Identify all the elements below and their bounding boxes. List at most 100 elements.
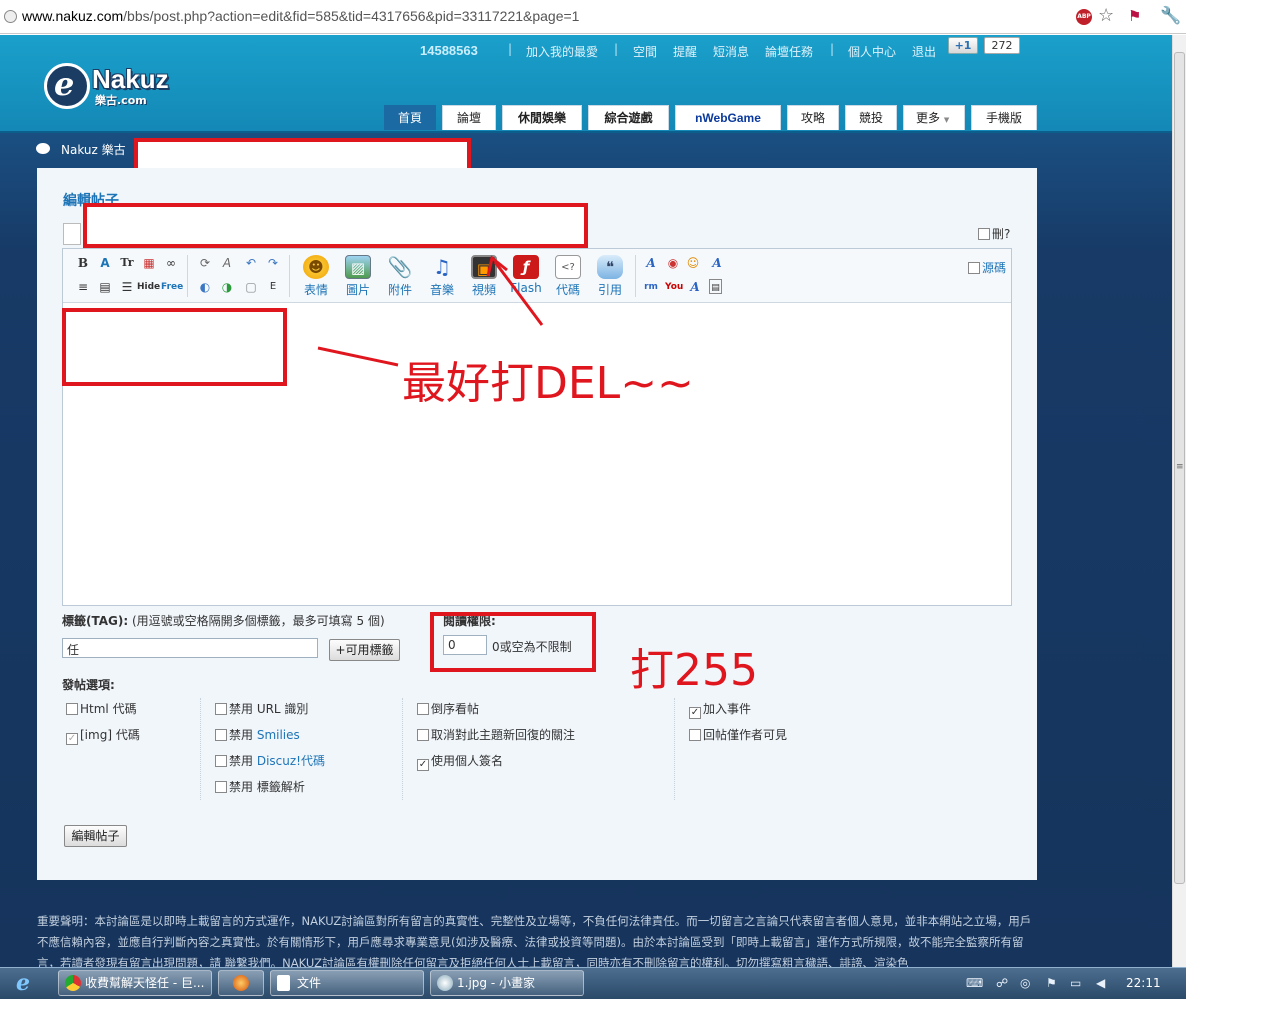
remove-format-icon[interactable]: A: [219, 255, 235, 271]
tab-games[interactable]: 綜合遊戲: [588, 105, 669, 130]
unlink-icon[interactable]: ⟳: [197, 255, 213, 271]
superscript-icon[interactable]: A: [687, 279, 703, 295]
font-size-icon[interactable]: Tr: [119, 255, 135, 271]
option-checkbox[interactable]: [215, 755, 227, 767]
option-checkbox[interactable]: [215, 781, 227, 793]
keyboard-icon[interactable]: ⌨: [966, 976, 983, 990]
document-icon[interactable]: ▤: [709, 279, 722, 294]
font-icon[interactable]: A: [97, 255, 113, 271]
option-col3-2[interactable]: ✓ 使用個人簽名: [417, 752, 503, 771]
search-replace-icon[interactable]: ◐: [197, 279, 213, 295]
monitor-icon[interactable]: ▭: [1070, 976, 1081, 990]
add-favorite-link[interactable]: 加入我的最愛: [526, 43, 598, 60]
adblock-icon[interactable]: ABP: [1076, 9, 1092, 25]
font-style-icon[interactable]: A: [643, 255, 659, 271]
option-col3-1[interactable]: 取消對此主題新回復的關注: [417, 726, 575, 743]
tasks-link[interactable]: 論壇任務: [765, 43, 813, 60]
list-icon[interactable]: ☰: [119, 279, 135, 295]
free-icon[interactable]: Free: [161, 279, 183, 295]
option-col3-0[interactable]: 倒序看帖: [417, 700, 479, 717]
option-col2-2[interactable]: 禁用 Discuz!代碼: [215, 752, 325, 769]
ie-icon[interactable]: e: [16, 970, 48, 996]
tab-more[interactable]: 更多 ▼: [903, 105, 965, 130]
bookmark-star-icon[interactable]: ☆: [1098, 5, 1114, 26]
address-bar[interactable]: www.nakuz.com/bbs/post.php?action=edit&f…: [22, 8, 579, 24]
option-checkbox[interactable]: [215, 703, 227, 715]
option-checkbox[interactable]: [417, 729, 429, 741]
option-checkbox[interactable]: ✓: [689, 707, 701, 719]
notice-link[interactable]: 提醒: [673, 43, 697, 60]
option-col2-1[interactable]: 禁用 Smilies: [215, 726, 300, 743]
task-paint[interactable]: 1.jpg - 小畫家: [430, 970, 584, 996]
available-tags-button[interactable]: +可用標籤: [329, 639, 400, 661]
hide-icon[interactable]: Hide: [137, 279, 160, 295]
tab-mobile[interactable]: 手機版: [971, 105, 1037, 130]
emoji-icon[interactable]: ☺: [685, 255, 701, 271]
option-checkbox[interactable]: [215, 729, 227, 741]
source-mode-toggle[interactable]: 源碼: [968, 259, 1006, 276]
tab-auction[interactable]: 競投: [845, 105, 897, 130]
color-icon[interactable]: ▦: [141, 255, 157, 271]
site-logo[interactable]: e Nakuz 樂古.com: [44, 63, 184, 109]
text-icon[interactable]: E: [265, 279, 281, 295]
delete-check-box[interactable]: [978, 228, 990, 240]
task-chrome[interactable]: 收費幫解天怪任 - 巨...: [58, 970, 212, 996]
google-plus-one-button[interactable]: +1: [948, 37, 978, 54]
option-label: 倒序看帖: [431, 702, 480, 716]
tab-guides[interactable]: 攻略: [787, 105, 839, 130]
media-player-icon[interactable]: ◉: [665, 255, 681, 271]
extension-icon[interactable]: ⚑: [1128, 7, 1146, 25]
logout-link[interactable]: 退出: [912, 43, 936, 60]
undo-icon[interactable]: ↶: [243, 255, 259, 271]
tag-input[interactable]: 任: [62, 638, 318, 658]
clock[interactable]: 22:11: [1126, 976, 1161, 990]
option-col2-3[interactable]: 禁用 標籤解析: [215, 778, 305, 795]
subscript-icon[interactable]: A: [709, 255, 725, 271]
option-checkbox[interactable]: [417, 703, 429, 715]
option-col4-1[interactable]: 回帖僅作者可見: [689, 726, 787, 743]
tab-home[interactable]: 首頁: [384, 105, 436, 130]
task-documents[interactable]: 文件: [270, 970, 424, 996]
option-link[interactable]: Discuz!代碼: [257, 754, 325, 768]
flag-icon[interactable]: ⚑: [1046, 976, 1057, 990]
option-col1-0[interactable]: Html 代碼: [66, 700, 137, 717]
messages-link[interactable]: 短消息: [713, 43, 749, 60]
user-center-link[interactable]: 個人中心: [848, 43, 896, 60]
table-icon[interactable]: ▤: [97, 279, 113, 295]
option-col4-0[interactable]: ✓ 加入事件: [689, 700, 751, 719]
option-checkbox[interactable]: [66, 703, 78, 715]
tab-leisure[interactable]: 休閒娛樂: [502, 105, 582, 130]
network-tray-icon[interactable]: ☍: [996, 976, 1008, 990]
link-icon[interactable]: ∞: [163, 255, 179, 271]
post-icon-selector[interactable]: [63, 223, 81, 245]
option-checkbox[interactable]: ✓: [66, 733, 78, 745]
wrench-icon[interactable]: 🔧: [1160, 6, 1181, 26]
quote-icon[interactable]: ❝: [597, 255, 623, 279]
page-icon[interactable]: ▢: [243, 279, 259, 295]
task-firefox[interactable]: [218, 970, 264, 996]
option-checkbox[interactable]: [689, 729, 701, 741]
option-col2-0[interactable]: 禁用 URL 識別: [215, 700, 308, 717]
option-col1-1[interactable]: ✓ [img] 代碼: [66, 726, 140, 745]
speech-bubble-icon: [36, 143, 50, 154]
delete-checkbox[interactable]: 刪?: [978, 225, 1010, 242]
quote-button-label[interactable]: 引用: [590, 281, 630, 298]
bold-icon[interactable]: B: [75, 255, 91, 271]
tab-nwebgame[interactable]: nWebGame: [675, 105, 781, 130]
space-link[interactable]: 空間: [633, 43, 657, 60]
volume-icon[interactable]: ◀: [1096, 976, 1105, 990]
align-icon[interactable]: ≡: [75, 279, 91, 295]
breadcrumb[interactable]: Nakuz 樂古: [61, 141, 126, 158]
media-icon[interactable]: ◑: [219, 279, 235, 295]
user-id-link[interactable]: 14588563: [420, 43, 478, 58]
youtube-icon[interactable]: You: [665, 279, 683, 295]
app-tray-icon[interactable]: ◎: [1020, 976, 1030, 990]
submit-edit-button[interactable]: 編輯帖子: [64, 825, 127, 847]
source-check-box[interactable]: [968, 262, 980, 274]
option-link[interactable]: Smilies: [257, 728, 300, 742]
rm-icon[interactable]: rm: [643, 279, 659, 295]
redo-icon[interactable]: ↷: [265, 255, 281, 271]
logo-letter-icon: e: [54, 65, 75, 103]
option-checkbox[interactable]: ✓: [417, 759, 429, 771]
tab-forum[interactable]: 論壇: [442, 105, 496, 130]
